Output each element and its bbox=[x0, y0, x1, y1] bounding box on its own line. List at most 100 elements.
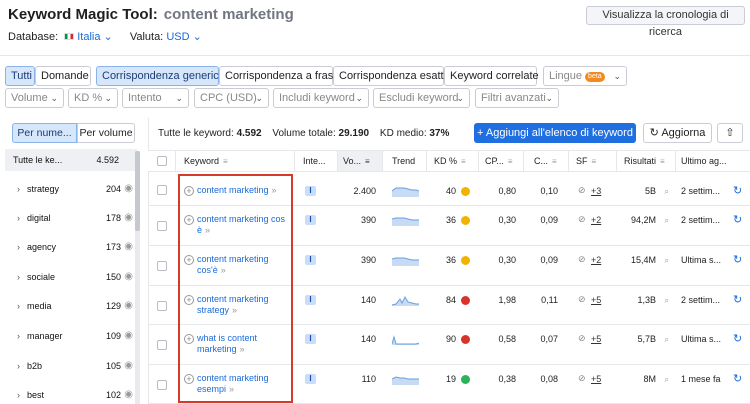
sort-by-number-toggle[interactable]: Per nume... bbox=[12, 123, 77, 143]
keyword-link[interactable]: content marketing esempi» bbox=[197, 373, 289, 395]
eye-icon[interactable]: ◉ bbox=[124, 181, 133, 197]
double-chevron-icon[interactable]: » bbox=[232, 305, 237, 315]
related-keywords-button[interactable]: Keyword correlate bbox=[444, 66, 539, 86]
trend-sparkline[interactable] bbox=[392, 254, 419, 266]
trend-sparkline[interactable] bbox=[392, 214, 419, 226]
tab-all[interactable]: Tutti bbox=[5, 66, 35, 86]
sidebar-item-sociale[interactable]: › sociale 150 ◉ bbox=[5, 269, 137, 285]
row-refresh-icon[interactable]: ↻ bbox=[733, 372, 742, 385]
col-results[interactable]: Risultati ≡ bbox=[624, 151, 665, 171]
eye-icon[interactable]: ◉ bbox=[124, 358, 133, 374]
chevron-right-icon[interactable]: › bbox=[17, 358, 20, 374]
languages-dropdown[interactable]: Lingue beta ⌄ bbox=[543, 66, 627, 86]
sort-by-volume-toggle[interactable]: Per volume bbox=[77, 123, 135, 143]
match-generic-button[interactable]: Corrispondenza generica bbox=[96, 66, 225, 86]
kd-filter[interactable]: KD % ⌄ bbox=[68, 88, 118, 108]
serp-features-count[interactable]: +2 bbox=[591, 215, 601, 225]
sidebar-item-manager[interactable]: › manager 109 ◉ bbox=[5, 328, 137, 344]
exclude-keywords-filter[interactable]: Escludi keyword ⌄ bbox=[373, 88, 470, 108]
col-kd[interactable]: KD % ≡ bbox=[434, 151, 466, 171]
chevron-right-icon[interactable]: › bbox=[17, 239, 20, 255]
chevron-right-icon[interactable]: › bbox=[17, 298, 20, 314]
intent-badge[interactable]: I bbox=[305, 255, 316, 265]
add-plus-icon[interactable]: + bbox=[184, 186, 194, 196]
add-plus-icon[interactable]: + bbox=[184, 374, 194, 384]
double-chevron-icon[interactable]: » bbox=[221, 265, 226, 275]
row-checkbox[interactable] bbox=[157, 301, 167, 311]
add-plus-icon[interactable]: + bbox=[184, 295, 194, 305]
groups-scrollbar[interactable] bbox=[135, 151, 140, 404]
eye-icon[interactable]: ◉ bbox=[124, 298, 133, 314]
double-chevron-icon[interactable]: » bbox=[272, 185, 277, 195]
volume-filter[interactable]: Volume ⌄ bbox=[5, 88, 64, 108]
row-refresh-icon[interactable]: ↻ bbox=[733, 332, 742, 345]
row-refresh-icon[interactable]: ↻ bbox=[733, 184, 742, 197]
database-select[interactable]: Italia ⌄ bbox=[77, 31, 113, 43]
chevron-right-icon[interactable]: › bbox=[17, 387, 20, 403]
chevron-right-icon[interactable]: › bbox=[17, 210, 20, 226]
serp-zoom-icon[interactable]: ⌕ bbox=[657, 186, 669, 197]
row-refresh-icon[interactable]: ↻ bbox=[733, 293, 742, 306]
intent-badge[interactable]: I bbox=[305, 215, 316, 225]
serp-zoom-icon[interactable]: ⌕ bbox=[657, 334, 669, 345]
eye-icon[interactable]: ◉ bbox=[124, 210, 133, 226]
row-checkbox[interactable] bbox=[157, 185, 167, 195]
add-to-keyword-list-button[interactable]: + Aggiungi all'elenco di keyword bbox=[474, 123, 636, 143]
chevron-right-icon[interactable]: › bbox=[17, 328, 20, 344]
keyword-link[interactable]: what is content marketing» bbox=[197, 333, 289, 355]
keyword-link[interactable]: content marketing» bbox=[197, 185, 289, 196]
refresh-button[interactable]: ↻ Aggiorna bbox=[643, 123, 712, 143]
serp-zoom-icon[interactable]: ⌕ bbox=[657, 255, 669, 266]
add-plus-icon[interactable]: + bbox=[184, 215, 194, 225]
serp-features-count[interactable]: +3 bbox=[591, 186, 601, 196]
serp-zoom-icon[interactable]: ⌕ bbox=[657, 295, 669, 306]
chevron-right-icon[interactable]: › bbox=[17, 181, 20, 197]
double-chevron-icon[interactable]: » bbox=[205, 225, 210, 235]
col-last-update[interactable]: Ultimo ag... bbox=[681, 151, 727, 171]
row-checkbox[interactable] bbox=[157, 340, 167, 350]
double-chevron-icon[interactable]: » bbox=[229, 384, 234, 394]
intent-badge[interactable]: I bbox=[305, 186, 316, 196]
row-checkbox[interactable] bbox=[157, 380, 167, 390]
serp-features-count[interactable]: +5 bbox=[591, 374, 601, 384]
col-intent[interactable]: Inte... bbox=[303, 151, 326, 171]
sidebar-item-agency[interactable]: › agency 173 ◉ bbox=[5, 239, 137, 255]
serp-zoom-icon[interactable]: ⌕ bbox=[657, 215, 669, 226]
sidebar-item-best[interactable]: › best 102 ◉ bbox=[5, 387, 137, 403]
advanced-filters[interactable]: Filtri avanzati ⌄ bbox=[475, 88, 559, 108]
trend-sparkline[interactable] bbox=[392, 373, 419, 385]
col-keyword[interactable]: Keyword ≡ bbox=[184, 151, 228, 171]
intent-badge[interactable]: I bbox=[305, 295, 316, 305]
select-all-checkbox[interactable] bbox=[157, 156, 167, 166]
serp-zoom-icon[interactable]: ⌕ bbox=[657, 374, 669, 385]
currency-select[interactable]: USD ⌄ bbox=[166, 31, 202, 43]
row-refresh-icon[interactable]: ↻ bbox=[733, 253, 742, 266]
include-keywords-filter[interactable]: Includi keyword ⌄ bbox=[273, 88, 369, 108]
sidebar-item-media[interactable]: › media 129 ◉ bbox=[5, 298, 137, 314]
search-history-button[interactable]: Visualizza la cronologia di ricerca bbox=[586, 6, 745, 38]
group-all-keywords[interactable]: Tutte le ke... 4.592 bbox=[5, 149, 137, 171]
keyword-link[interactable]: content marketing strategy» bbox=[197, 294, 289, 316]
scrollbar-thumb[interactable] bbox=[135, 151, 140, 231]
trend-sparkline[interactable] bbox=[392, 294, 419, 306]
eye-icon[interactable]: ◉ bbox=[124, 387, 133, 403]
eye-icon[interactable]: ◉ bbox=[124, 328, 133, 344]
serp-features-count[interactable]: +2 bbox=[591, 255, 601, 265]
trend-sparkline[interactable] bbox=[392, 333, 419, 345]
add-plus-icon[interactable]: + bbox=[184, 255, 194, 265]
row-checkbox[interactable] bbox=[157, 261, 167, 271]
col-competition[interactable]: C... ≡ bbox=[534, 151, 557, 171]
eye-icon[interactable]: ◉ bbox=[124, 239, 133, 255]
keyword-link[interactable]: content marketing cos'è» bbox=[197, 254, 289, 276]
sidebar-item-strategy[interactable]: › strategy 204 ◉ bbox=[5, 181, 137, 197]
double-chevron-icon[interactable]: » bbox=[240, 344, 245, 354]
match-phrase-button[interactable]: Corrispondenza a frase bbox=[219, 66, 339, 86]
match-exact-button[interactable]: Corrispondenza esatta bbox=[333, 66, 450, 86]
serp-features-count[interactable]: +5 bbox=[591, 334, 601, 344]
add-plus-icon[interactable]: + bbox=[184, 334, 194, 344]
intent-badge[interactable]: I bbox=[305, 374, 316, 384]
row-checkbox[interactable] bbox=[157, 221, 167, 231]
intent-badge[interactable]: I bbox=[305, 334, 316, 344]
col-volume[interactable]: Vo... ≡ bbox=[343, 151, 370, 171]
serp-features-count[interactable]: +5 bbox=[591, 295, 601, 305]
